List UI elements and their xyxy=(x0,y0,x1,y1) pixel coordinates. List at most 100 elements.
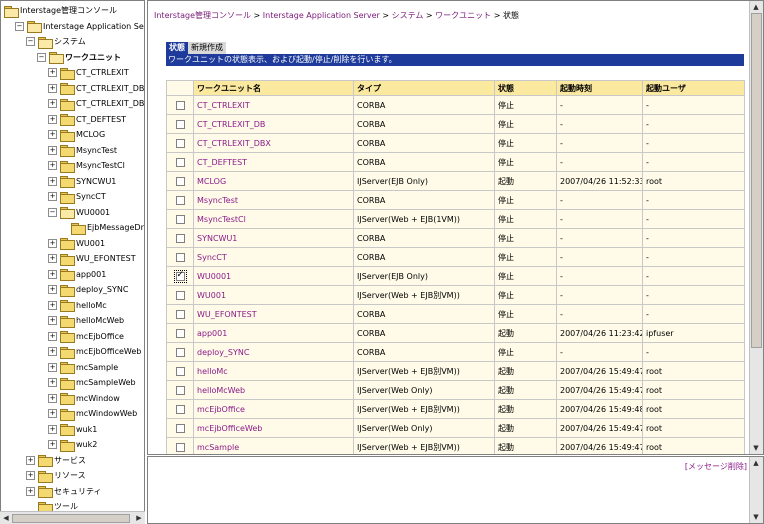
plus-icon[interactable]: + xyxy=(48,409,57,418)
tree-item[interactable]: + wuk1 xyxy=(48,422,97,437)
workunit-name-link[interactable]: SYNCWU1 xyxy=(193,228,354,248)
row-checkbox[interactable] xyxy=(175,423,185,433)
tree-item-label[interactable]: Interstage管理コンソール xyxy=(20,3,117,18)
tree-item-label[interactable]: CT_CTRLEXIT xyxy=(76,65,129,80)
tree-item-label[interactable]: WU_EFONTEST xyxy=(76,251,136,266)
tree-item[interactable]: Interstage管理コンソール xyxy=(4,3,117,18)
plus-icon[interactable]: + xyxy=(48,114,57,124)
arrow-up-icon[interactable]: ▲ xyxy=(751,2,761,12)
plus-icon[interactable]: + xyxy=(48,393,57,403)
tree-item-label[interactable]: CT_DEFTEST xyxy=(76,112,126,127)
plus-icon[interactable]: + xyxy=(26,486,35,496)
tree-item[interactable]: + mcWindowWeb xyxy=(48,406,137,421)
plus-icon[interactable]: + xyxy=(48,238,57,248)
row-checkbox[interactable] xyxy=(175,404,185,414)
row-checkbox[interactable] xyxy=(175,309,185,319)
workunit-name-link[interactable]: mcSample xyxy=(193,437,354,454)
row-checkbox[interactable] xyxy=(175,385,185,395)
workunit-name-link[interactable]: MsyncTestCl xyxy=(193,209,354,229)
tree-item[interactable]: + app001 xyxy=(48,267,106,282)
arrow-up-icon[interactable]: ▲ xyxy=(751,458,761,468)
tree-item[interactable]: + MCLOG xyxy=(48,127,105,142)
plus-icon[interactable]: + xyxy=(48,130,57,139)
tree-item-label[interactable]: deploy_SYNC xyxy=(76,282,128,297)
row-checkbox[interactable] xyxy=(175,270,185,281)
row-checkbox[interactable] xyxy=(175,442,185,452)
tree-item-label[interactable]: mcSample xyxy=(76,360,118,375)
tree-item-label[interactable]: WU001 xyxy=(76,236,105,251)
tree-item-label[interactable]: ワークユニット xyxy=(65,50,121,65)
plus-icon[interactable]: + xyxy=(48,145,57,155)
workunit-name-link[interactable]: helloMcWeb xyxy=(193,380,354,400)
tree-item[interactable]: + mcSample xyxy=(48,360,118,375)
plus-icon[interactable]: + xyxy=(48,161,57,170)
row-checkbox[interactable] xyxy=(175,195,185,205)
plus-icon[interactable]: + xyxy=(48,192,57,201)
tree-item[interactable]: + WU_EFONTEST xyxy=(48,251,136,266)
tree-item[interactable]: + CT_DEFTEST xyxy=(48,112,126,127)
tree-item[interactable]: + mcEjbOffice xyxy=(48,329,124,344)
tree-item[interactable]: + CT_CTRLEXIT xyxy=(48,65,129,80)
plus-icon[interactable]: + xyxy=(48,254,57,263)
arrow-down-icon[interactable]: ▼ xyxy=(751,443,761,453)
plus-icon[interactable]: + xyxy=(48,362,57,372)
workunit-name-link[interactable]: CT_CTRLEXIT_DBX xyxy=(193,133,354,153)
tree-item-label[interactable]: WU0001 xyxy=(76,205,110,220)
tree-item[interactable]: − Interstage Application Server xyxy=(15,19,144,34)
scrollbar-thumb[interactable] xyxy=(751,13,762,348)
tree-item[interactable]: + mcEjbOfficeWeb xyxy=(48,344,141,359)
plus-icon[interactable]: + xyxy=(48,424,57,434)
tree-item-label[interactable]: CT_CTRLEXIT_DB xyxy=(76,81,144,96)
tree-item-label[interactable]: mcSampleWeb xyxy=(76,375,136,390)
breadcrumb-link[interactable]: ワークユニット xyxy=(435,11,491,20)
workunit-name-link[interactable]: mcEjbOffice xyxy=(193,399,354,419)
minus-icon[interactable]: − xyxy=(15,21,24,31)
tree-item[interactable]: + MsyncTest xyxy=(48,143,117,158)
tree-item[interactable]: − システム xyxy=(26,34,86,49)
row-checkbox[interactable] xyxy=(175,252,185,262)
workunit-name-link[interactable]: helloMc xyxy=(193,361,354,381)
row-checkbox[interactable] xyxy=(175,366,185,376)
plus-icon[interactable]: + xyxy=(26,471,35,480)
tree-item-label[interactable]: リソース xyxy=(54,468,86,483)
tree-item-label[interactable]: wuk2 xyxy=(76,437,97,452)
workunit-name-link[interactable]: CT_CTRLEXIT xyxy=(193,95,354,115)
tree-item-label[interactable]: EjbMessageDr xyxy=(87,220,144,235)
breadcrumb-link[interactable]: Interstage Application Server xyxy=(263,11,380,20)
tree-item[interactable]: + CT_CTRLEXIT_DB xyxy=(48,81,144,96)
tree-item[interactable]: + helloMcWeb xyxy=(48,313,124,328)
tree-item-label[interactable]: app001 xyxy=(76,267,106,282)
tree-item[interactable]: + リソース xyxy=(26,468,86,483)
minus-icon[interactable]: − xyxy=(37,52,46,62)
tree-item-label[interactable]: CT_CTRLEXIT_DBX xyxy=(76,96,144,111)
row-checkbox[interactable] xyxy=(175,138,185,148)
plus-icon[interactable]: + xyxy=(48,300,57,310)
minus-icon[interactable]: − xyxy=(26,37,35,46)
tree-item-label[interactable]: SYNCWU1 xyxy=(76,174,116,189)
tab-new[interactable]: 新規作成 xyxy=(188,42,226,54)
breadcrumb-link[interactable]: システム xyxy=(392,11,424,20)
tree-item-label[interactable]: SyncCT xyxy=(76,189,106,204)
tree-item-label[interactable]: Interstage Application Server xyxy=(43,19,144,34)
row-checkbox[interactable] xyxy=(175,328,185,338)
row-checkbox[interactable] xyxy=(175,290,185,300)
tree-item-label[interactable]: MCLOG xyxy=(76,127,105,142)
plus-icon[interactable]: + xyxy=(48,378,57,387)
workunit-name-link[interactable]: WU_EFONTEST xyxy=(193,304,354,324)
row-checkbox[interactable] xyxy=(175,347,185,357)
plus-icon[interactable]: + xyxy=(48,316,57,325)
tree-item[interactable]: EjbMessageDr xyxy=(59,220,144,235)
workunit-name-link[interactable]: WU0001 xyxy=(193,266,354,286)
message-vertical-scrollbar[interactable]: ▲ ▼ xyxy=(749,457,763,523)
tree-item-label[interactable]: helloMcWeb xyxy=(76,313,124,328)
minus-icon[interactable]: − xyxy=(48,207,57,217)
row-checkbox[interactable] xyxy=(175,233,185,243)
row-checkbox[interactable] xyxy=(175,100,185,110)
tree-item[interactable]: + WU001 xyxy=(48,236,105,251)
row-checkbox[interactable] xyxy=(175,176,185,186)
plus-icon[interactable]: + xyxy=(48,347,57,356)
workunit-name-link[interactable]: SyncCT xyxy=(193,247,354,267)
clear-messages-link[interactable]: [メッセージ削除] xyxy=(685,461,747,472)
tree-horizontal-scrollbar[interactable]: ◀ ▶ xyxy=(0,511,145,524)
tab-status[interactable]: 状態 xyxy=(166,42,188,54)
